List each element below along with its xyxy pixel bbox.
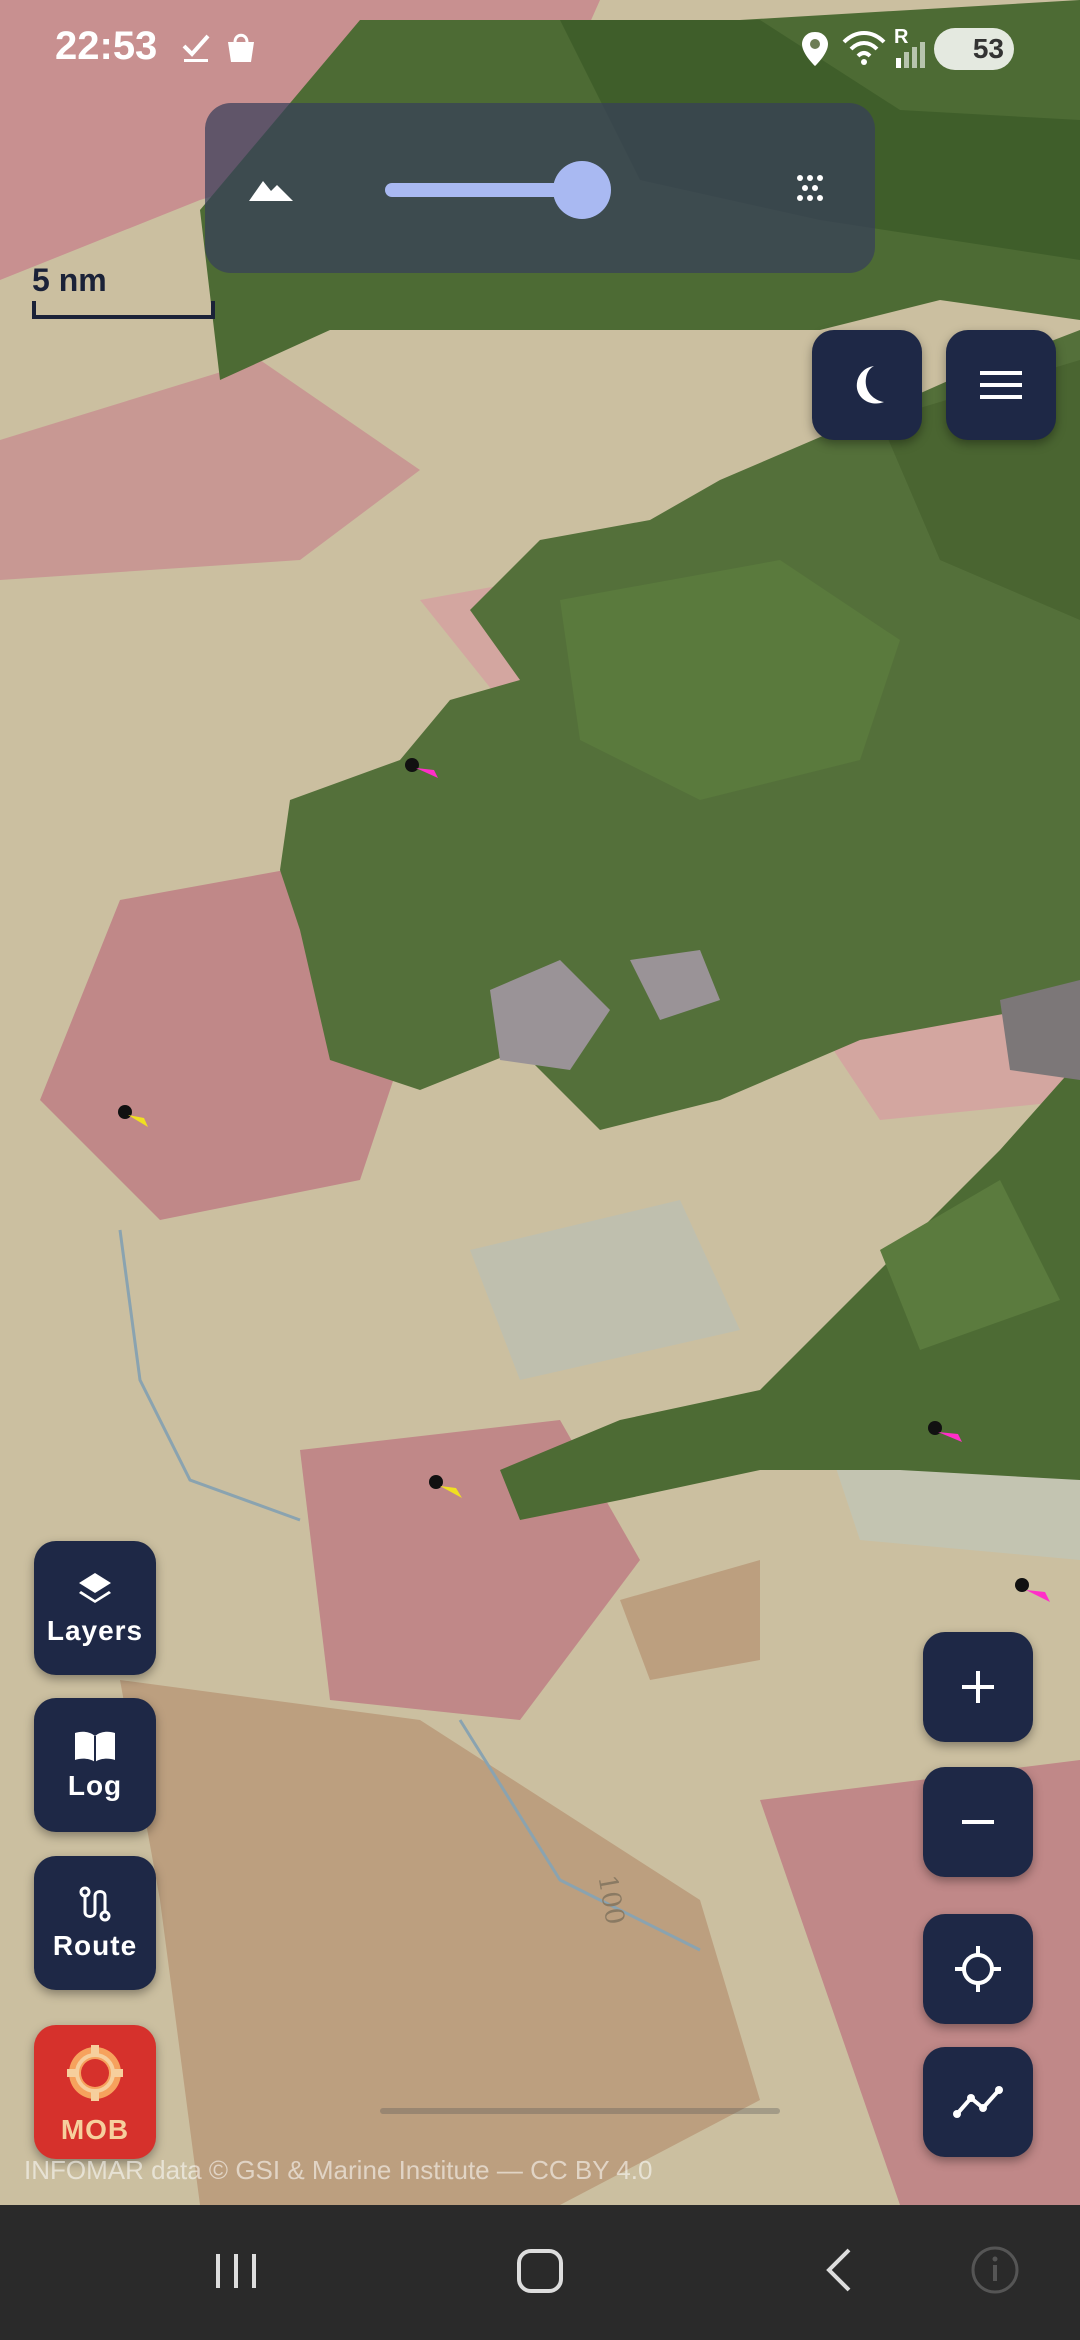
scale-label: 5 nm — [32, 262, 107, 298]
lifebuoy-icon — [67, 2045, 123, 2101]
night-mode-button[interactable] — [812, 330, 922, 440]
nautical-map[interactable]: 100 — [0, 0, 1080, 2205]
route-label: Route — [52, 1930, 138, 1961]
menu-button[interactable] — [946, 330, 1056, 440]
track-icon — [953, 2086, 1003, 2118]
route-icon — [79, 1886, 111, 1922]
slider-thumb[interactable] — [553, 161, 611, 219]
home-icon[interactable] — [510, 2240, 570, 2300]
back-icon[interactable] — [815, 2240, 865, 2300]
log-label: Log — [67, 1770, 123, 1801]
track-button[interactable] — [923, 2047, 1033, 2157]
route-button[interactable]: Route — [34, 1856, 156, 1990]
map-attribution: INFOMAR data © GSI & Marine Institute — … — [24, 2155, 653, 2185]
status-time: 22:53 — [55, 24, 158, 68]
log-button[interactable]: Log — [34, 1698, 156, 1832]
book-icon — [75, 1731, 115, 1762]
system-nav-bar — [0, 2205, 1080, 2340]
location-pin-icon — [802, 32, 828, 66]
status-bar: 22:53 R 53 — [0, 0, 1080, 100]
signal-icon — [896, 42, 925, 68]
battery-level: 53 — [972, 33, 1004, 64]
overlay-control-panel — [205, 103, 875, 273]
layers-label: Layers — [46, 1615, 144, 1646]
shopping-bag-icon — [228, 33, 254, 62]
terrain-icon[interactable] — [247, 173, 295, 203]
mob-button[interactable]: MOB — [34, 2025, 156, 2159]
recent-apps-icon[interactable] — [212, 2240, 262, 2300]
zoom-in-button[interactable] — [923, 1632, 1033, 1742]
check-icon — [182, 34, 210, 62]
zoom-out-icon — [962, 1820, 994, 1824]
zoom-out-button[interactable] — [923, 1767, 1033, 1877]
locate-button[interactable] — [923, 1914, 1033, 2024]
night-mode-icon — [856, 366, 884, 404]
battery-icon: 53 — [934, 28, 1014, 70]
mob-label: MOB — [60, 2114, 130, 2145]
wifi-icon — [842, 31, 886, 65]
locate-icon — [955, 1946, 1001, 1992]
drag-handle[interactable] — [380, 2108, 780, 2114]
layers-button[interactable]: Layers — [34, 1541, 156, 1675]
menu-icon — [980, 371, 1022, 399]
layers-icon — [79, 1573, 111, 1603]
scale-bar: 5 nm — [32, 262, 215, 319]
info-icon[interactable] — [970, 2245, 1020, 2295]
zoom-in-icon — [962, 1671, 994, 1703]
dots-pattern-icon[interactable] — [791, 169, 829, 207]
scale-line — [32, 301, 215, 319]
